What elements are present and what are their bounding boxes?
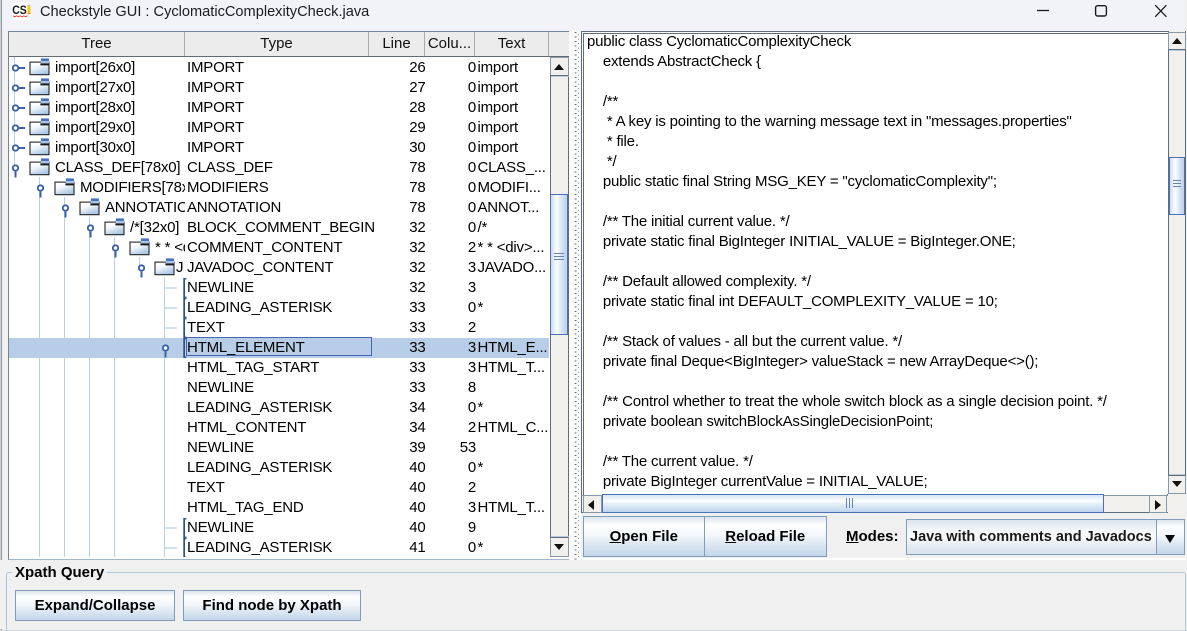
svg-text:CS: CS — [12, 5, 27, 17]
